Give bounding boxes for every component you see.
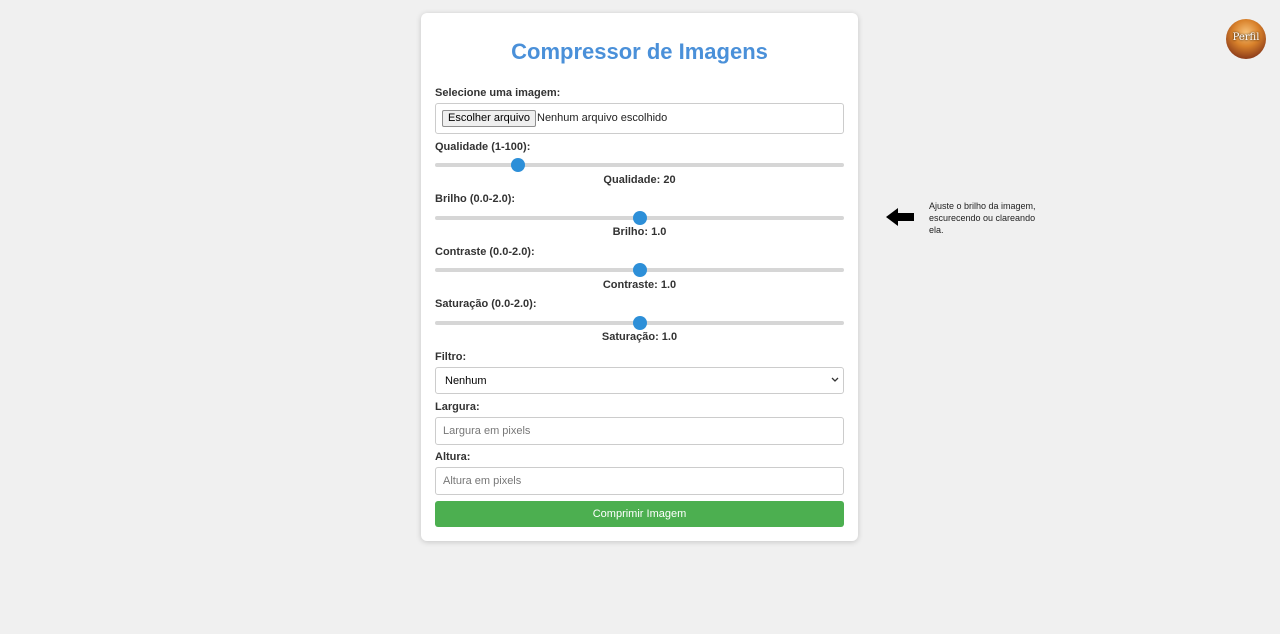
saturation-slider[interactable]: [435, 316, 844, 330]
height-label: Altura:: [435, 451, 471, 463]
width-label: Largura:: [435, 401, 480, 413]
page-title: Compressor de Imagens: [511, 39, 768, 64]
height-input[interactable]: Altura em pixels: [435, 467, 844, 495]
quality-slider[interactable]: [435, 158, 844, 172]
quality-slider-track: [435, 163, 844, 167]
contrast-value: Contraste: 1.0: [602, 279, 677, 291]
compressor-card: Compressor de Imagens Selecione uma imag…: [421, 13, 858, 541]
brightness-slider[interactable]: [435, 211, 844, 225]
arrow-left-icon: [886, 208, 914, 226]
contrast-label: Contraste (0.0-2.0):: [435, 246, 535, 258]
compress-image-button[interactable]: Comprimir Imagem: [435, 501, 844, 527]
quality-value: Qualidade: 20: [603, 174, 676, 186]
chevron-down-icon: [831, 377, 839, 382]
filter-selected-value: Nenhum: [445, 375, 487, 387]
contrast-slider-thumb[interactable]: [632, 263, 647, 277]
saturation-value: Saturação: 1.0: [601, 331, 678, 343]
brightness-label: Brilho (0.0-2.0):: [435, 193, 516, 205]
brightness-value: Brilho: 1.0: [612, 226, 667, 238]
profile-label: Perfil: [1232, 32, 1260, 43]
width-input[interactable]: Largura em pixels: [435, 417, 844, 445]
saturation-label: Saturação (0.0-2.0):: [435, 298, 537, 310]
brightness-hint: Ajuste o brilho da imagem, escurecendo o…: [929, 201, 1036, 235]
filter-label: Filtro:: [435, 351, 467, 363]
contrast-slider[interactable]: [435, 263, 844, 277]
filter-select[interactable]: Nenhum: [435, 367, 844, 394]
height-placeholder: Altura em pixels: [443, 475, 522, 487]
file-label: Selecione uma imagem:: [435, 87, 561, 99]
saturation-slider-thumb[interactable]: [632, 316, 647, 330]
brightness-slider-thumb[interactable]: [632, 211, 647, 225]
file-status: Nenhum arquivo escolhido: [537, 112, 668, 124]
width-placeholder: Largura em pixels: [443, 425, 531, 437]
file-input[interactable]: Escolher arquivo Nenhum arquivo escolhid…: [435, 103, 844, 134]
choose-file-button[interactable]: Escolher arquivo: [442, 110, 536, 127]
quality-slider-thumb[interactable]: [510, 158, 525, 172]
quality-label: Qualidade (1-100):: [435, 141, 531, 153]
profile-avatar[interactable]: Perfil: [1226, 19, 1266, 59]
